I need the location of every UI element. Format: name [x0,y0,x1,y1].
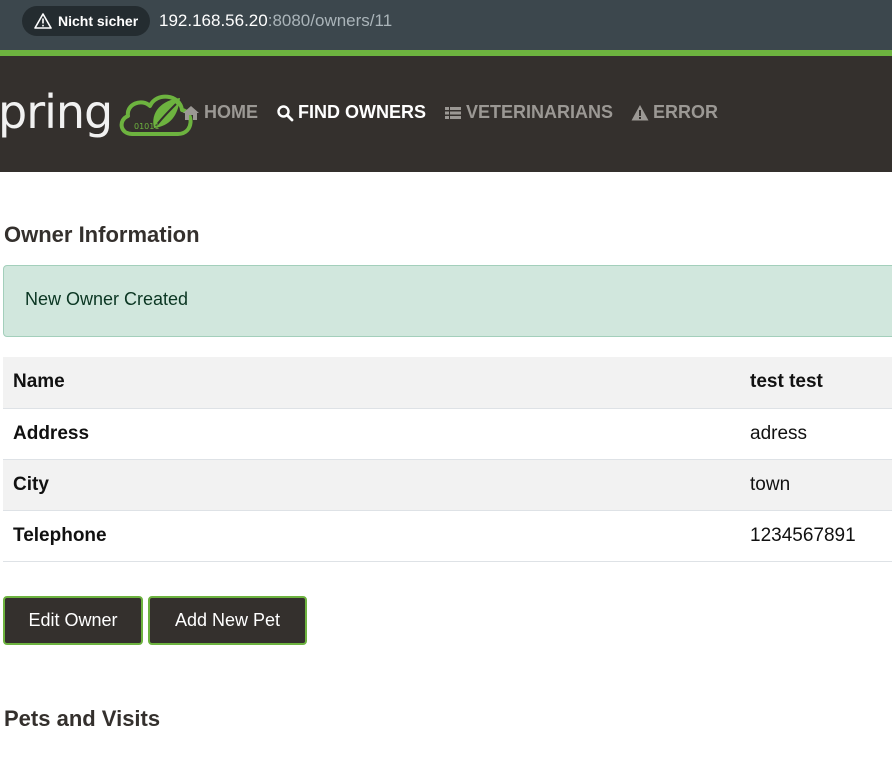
row-label: Name [13,371,65,393]
browser-address-bar: Nicht sicher 192.168.56.20:8080/owners/1… [0,0,892,56]
page-title: Owner Information [4,222,200,247]
warning-triangle-icon [34,13,52,29]
security-indicator[interactable]: Nicht sicher [22,6,151,36]
row-value: 1234567891 [750,524,856,546]
add-new-pet-button[interactable]: Add New Pet [148,596,307,645]
nav-find-owners[interactable]: FIND OWNERS [276,102,426,123]
app-navbar: pring 01011 HOME FIND OWNERS VETERINARIA… [0,56,892,172]
main-nav: HOME FIND OWNERS VETERINARIANS ERROR [182,102,718,123]
nav-home-label: HOME [204,102,258,122]
alert-message: New Owner Created [25,289,189,309]
edit-owner-button[interactable]: Edit Owner [3,596,143,645]
warning-icon [631,104,649,120]
table-row: Name test test [3,357,892,408]
th-list-icon [445,106,461,119]
row-label: Address [13,422,90,444]
brand-logo[interactable]: pring 01011 [0,80,194,144]
nav-find-owners-label: FIND OWNERS [298,102,426,122]
row-value: town [750,473,791,495]
row-value: adress [750,422,808,444]
security-label: Nicht sicher [58,13,139,29]
table-row: City town [3,459,892,510]
url-host: 192.168.56.20 [159,11,268,30]
table-row: Address adress [3,408,892,459]
home-icon [183,105,199,120]
brand-wordmark: pring [0,85,113,139]
svg-text:01011: 01011 [134,122,159,131]
row-label: Telephone [13,524,107,546]
row-value: test test [750,371,823,393]
success-alert: New Owner Created [3,265,892,337]
nav-veterinarians[interactable]: VETERINARIANS [444,102,613,123]
nav-error-label: ERROR [653,102,719,122]
nav-error[interactable]: ERROR [631,102,718,123]
url-field[interactable]: 192.168.56.20:8080/owners/11 [159,11,392,31]
owner-info-table: Name test test Address adress City town … [3,357,892,562]
table-row: Telephone 1234567891 [3,510,892,561]
url-path: :8080/owners/11 [267,11,393,30]
nav-veterinarians-label: VETERINARIANS [466,102,614,122]
pets-visits-title: Pets and Visits [4,706,161,731]
row-label: City [13,473,49,495]
search-icon [277,104,294,121]
nav-home[interactable]: HOME [182,102,258,123]
